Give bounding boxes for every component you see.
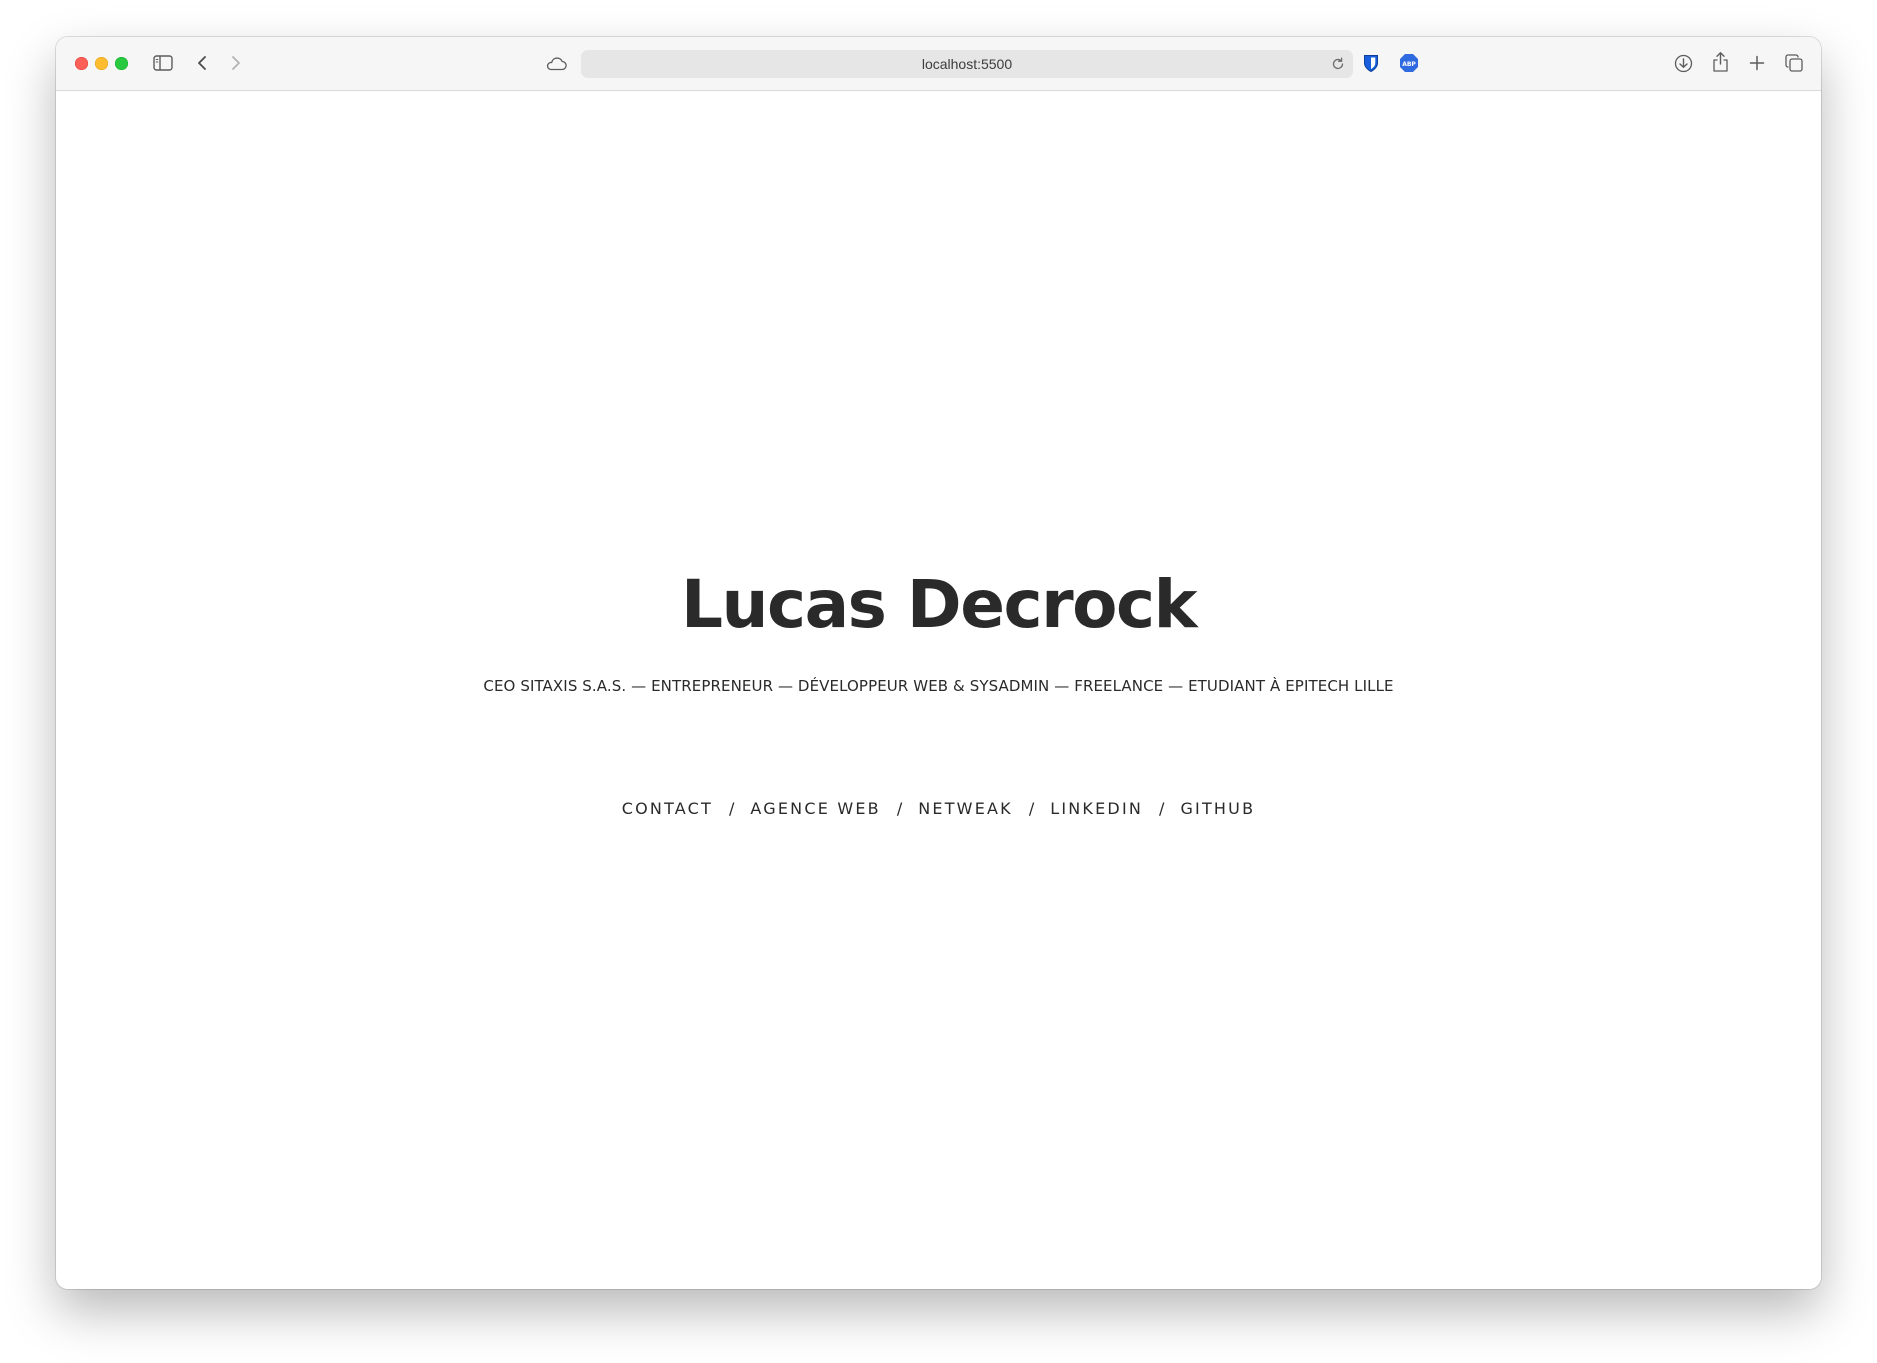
shield-icon[interactable] bbox=[1362, 52, 1380, 74]
chevron-right-icon[interactable] bbox=[228, 53, 244, 73]
nav-separator: / bbox=[896, 799, 903, 818]
share-icon[interactable] bbox=[1709, 50, 1731, 74]
nav-separator: / bbox=[729, 799, 735, 818]
social-nav: CONTACT / AGENCE WEB / NETWEAK / LINKEDI… bbox=[56, 799, 1821, 818]
cloud-icon[interactable] bbox=[544, 54, 568, 72]
reload-icon[interactable] bbox=[1331, 57, 1345, 76]
plus-icon[interactable] bbox=[1746, 52, 1768, 74]
nav-link-linkedin[interactable]: LINKEDIN bbox=[1050, 799, 1143, 818]
abp-icon[interactable]: ABP bbox=[1398, 52, 1420, 74]
nav-separator: / bbox=[1159, 799, 1165, 818]
chevron-left-icon[interactable] bbox=[194, 53, 210, 73]
minimize-window-button[interactable] bbox=[95, 57, 108, 70]
download-icon[interactable] bbox=[1672, 52, 1694, 74]
browser-toolbar: localhost:5500 ABP bbox=[56, 37, 1821, 91]
zoom-window-button[interactable] bbox=[115, 57, 128, 70]
sidebar-icon[interactable] bbox=[152, 53, 174, 73]
page-title: Lucas Decrock bbox=[680, 566, 1198, 643]
page-subtitle: CEO SITAXIS S.A.S. — ENTREPRENEUR — DÉVE… bbox=[483, 677, 1394, 695]
nav-link-agence-web[interactable]: AGENCE WEB bbox=[750, 799, 880, 818]
tabs-overview-icon[interactable] bbox=[1783, 52, 1805, 74]
abp-label: ABP bbox=[1402, 61, 1416, 68]
address-bar[interactable]: localhost:5500 bbox=[581, 50, 1353, 78]
browser-window: localhost:5500 ABP Lucas Decrock CEO SIT… bbox=[56, 37, 1821, 1289]
address-url[interactable]: localhost:5500 bbox=[922, 56, 1012, 72]
nav-link-netweak[interactable]: NETWEAK bbox=[918, 799, 1013, 818]
close-window-button[interactable] bbox=[75, 57, 88, 70]
page-content: Lucas Decrock CEO SITAXIS S.A.S. — ENTRE… bbox=[56, 91, 1821, 1289]
nav-separator: / bbox=[1028, 799, 1035, 818]
nav-link-github[interactable]: GITHUB bbox=[1180, 799, 1255, 818]
nav-link-contact[interactable]: CONTACT bbox=[622, 799, 713, 818]
